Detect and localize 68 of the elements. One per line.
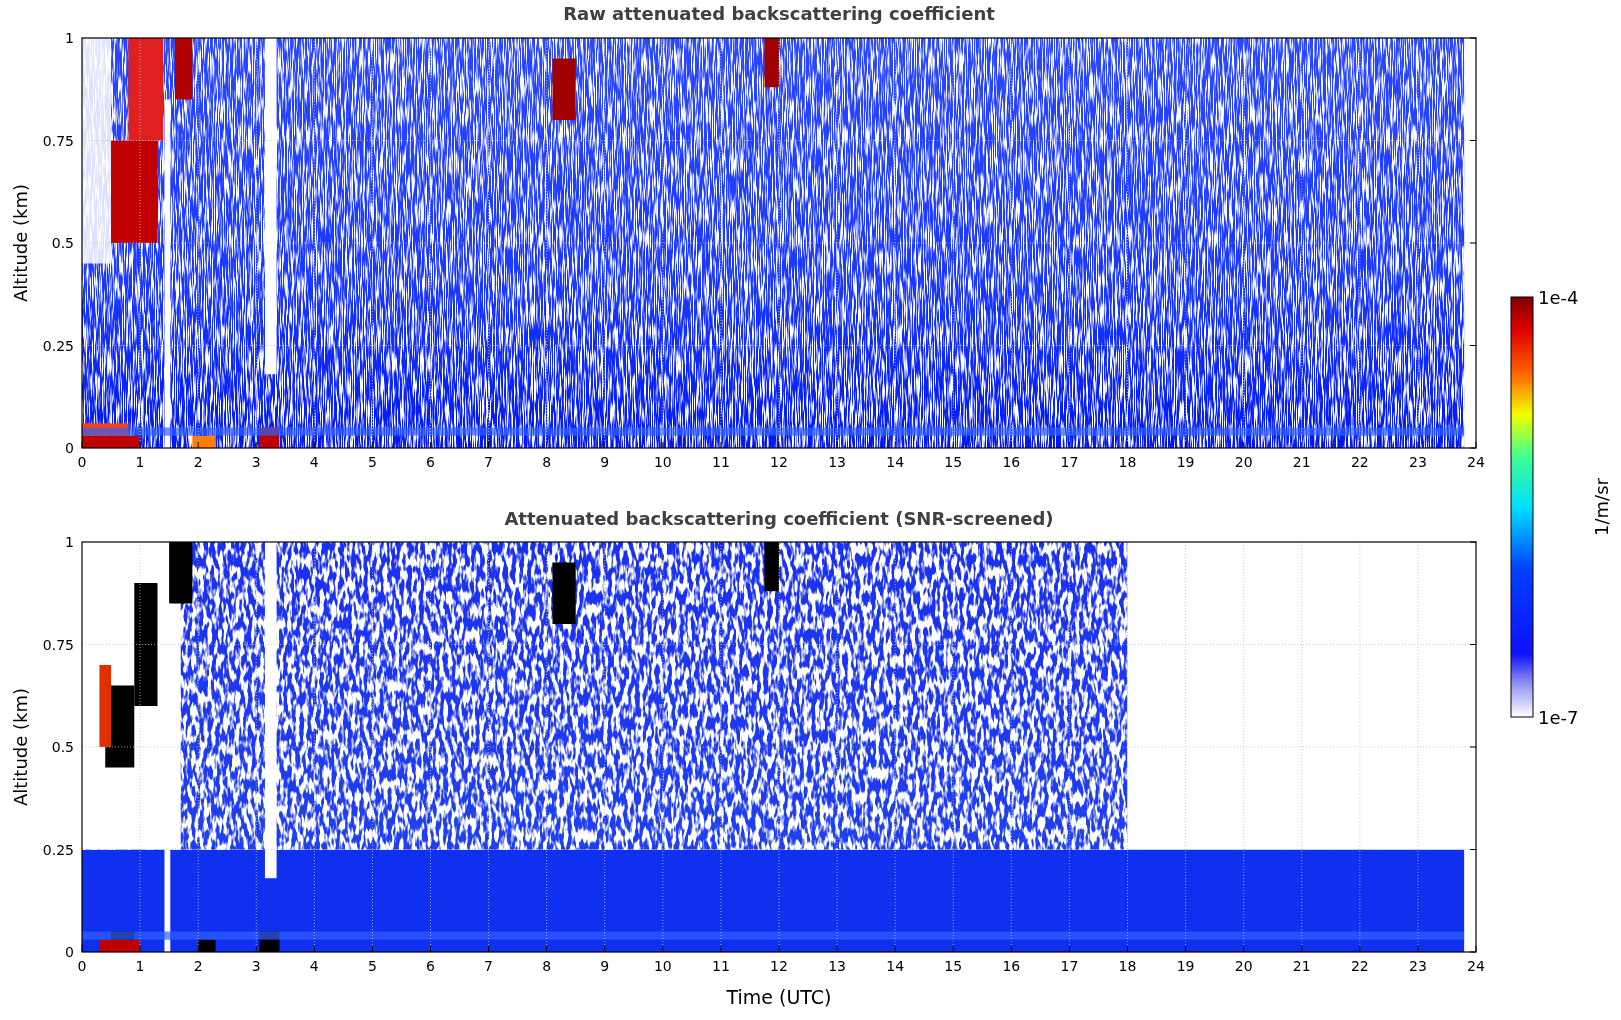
axis-tick-label: 11 (712, 958, 730, 974)
axis-tick-label: 17 (1060, 454, 1079, 470)
axis-tick-label: 12 (770, 454, 788, 470)
axis-tick-label: 15 (944, 958, 963, 974)
axis-tick-label: 24 (1467, 454, 1485, 470)
axis-tick-label: 1 (65, 30, 74, 46)
colorbar-max-label: 1e-4 (1538, 287, 1579, 308)
axis-tick-label: 22 (1350, 454, 1369, 470)
axis-tick-label: 6 (426, 454, 435, 470)
axis-tick-label: 9 (600, 958, 610, 974)
axis-tick-label: 12 (770, 958, 788, 974)
axis-tick-label: 20 (1234, 454, 1253, 470)
axis-tick-label: 0 (65, 944, 74, 960)
axis-tick-label: 16 (1002, 454, 1021, 470)
axis-tick-label: 10 (653, 958, 672, 974)
axis-tick-label: 13 (828, 958, 846, 974)
y-axis-label: Altitude (km) (10, 687, 31, 807)
axis-tick-label: 0.75 (42, 132, 74, 149)
axis-tick-label: 23 (1409, 454, 1427, 470)
axis-tick-label: 1 (135, 958, 145, 974)
axis-tick-label: 6 (426, 958, 435, 974)
axis-tick-label: 7 (484, 454, 494, 470)
axis-tick-label: 0.75 (42, 636, 74, 653)
axis-tick-label: 1 (65, 534, 74, 550)
axis-tick-label: 8 (542, 958, 552, 974)
axis-tick-label: 22 (1350, 958, 1369, 974)
axis-tick-label: 0.25 (42, 337, 74, 354)
axis-tick-label: 11 (712, 454, 730, 470)
axis-tick-label: 23 (1409, 958, 1427, 974)
axis-tick-label: 3 (251, 454, 261, 470)
axis-tick-label: 0.5 (51, 739, 74, 755)
axis-tick-label: 0.25 (42, 841, 74, 858)
axis-tick-label: 0 (65, 440, 74, 456)
axis-tick-label: 0.5 (51, 235, 74, 251)
axis-tick-label: 19 (1176, 454, 1195, 470)
axis-tick-label: 5 (367, 958, 377, 974)
axis-tick-label: 8 (542, 454, 552, 470)
axis-tick-label: 18 (1118, 454, 1137, 470)
axis-tick-label: 4 (309, 454, 319, 470)
axis-tick-label: 15 (944, 454, 963, 470)
axis-tick-label: 21 (1292, 958, 1311, 974)
axis-tick-label: 10 (653, 454, 672, 470)
axis-tick-label: 16 (1002, 958, 1021, 974)
axis-tick-label: 17 (1060, 958, 1079, 974)
axis-tick-label: 3 (251, 958, 261, 974)
axis-tick-label: 24 (1467, 958, 1485, 974)
axis-tick-label: 21 (1292, 454, 1311, 470)
axis-tick-label: 7 (484, 958, 494, 974)
axis-tick-label: 0 (77, 454, 87, 470)
axis-tick-label: 0 (77, 958, 87, 974)
axis-tick-label: 14 (886, 454, 905, 470)
axis-tick-label: 2 (193, 454, 203, 470)
axis-tick-label: 5 (367, 454, 377, 470)
axis-tick-label: 18 (1118, 958, 1137, 974)
axis-tick-label: 4 (309, 958, 319, 974)
colorbar-label: 1/m/sr (1591, 478, 1612, 536)
axis-tick-label: 14 (886, 958, 905, 974)
axis-tick-label: 20 (1234, 958, 1253, 974)
axis-tick-label: 2 (193, 958, 203, 974)
colorbar-min-label: 1e-7 (1538, 707, 1579, 728)
y-axis-label: Altitude (km) (10, 183, 31, 303)
axis-tick-label: 1 (135, 454, 145, 470)
chart-title: Raw attenuated backscattering coefficient (563, 3, 995, 24)
x-axis-label: Time (UTC) (726, 986, 832, 1008)
axis-tick-label: 9 (600, 454, 610, 470)
axis-tick-label: 13 (828, 454, 846, 470)
chart-title: Attenuated backscattering coefficient (SNR-screened) (504, 508, 1054, 529)
axis-tick-label: 19 (1176, 958, 1195, 974)
